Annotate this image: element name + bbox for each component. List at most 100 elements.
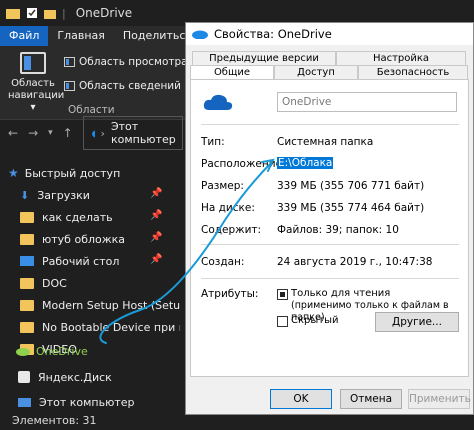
desktop-icon <box>20 256 34 266</box>
location-label: Расположение: <box>201 158 286 170</box>
navigation-pane-label-1: Область <box>11 78 55 89</box>
type-label: Тип: <box>201 136 225 148</box>
titlebar-separator: | <box>62 6 66 20</box>
contains-value: Файлов: 39; папок: 10 <box>277 224 399 236</box>
onedrive-cloud-icon <box>203 94 233 110</box>
nav-yandex-label: Яндекс.Диск <box>38 370 112 384</box>
attributes-label: Атрибуты: <box>201 288 259 300</box>
nav-item-label: как сделать <box>42 210 113 224</box>
other-attributes-button[interactable]: Другие... <box>375 312 459 332</box>
chevron-down-icon[interactable]: ▾ <box>48 128 53 138</box>
cancel-button[interactable]: Отмена <box>340 389 402 409</box>
pin-icon[interactable]: 📌 <box>150 254 162 265</box>
nav-quick-access-label: Быстрый доступ <box>24 166 121 180</box>
nav-onedrive-label: OneDrive <box>36 344 88 358</box>
nav-item-label: DOC <box>42 276 67 290</box>
readonly-label-1: Только для чтения <box>291 288 391 299</box>
address-box[interactable]: › Этот компьютер <box>82 116 183 150</box>
hidden-label: Скрытый <box>291 315 339 326</box>
navigation-pane-label-2: навигации ▾ <box>8 90 65 113</box>
folder-icon <box>20 299 34 311</box>
nav-item-doc[interactable]: DOC <box>20 272 200 294</box>
tab-customize[interactable]: Настройка <box>336 51 466 65</box>
up-icon[interactable]: ↑ <box>63 126 73 140</box>
size-value: 339 МБ (355 706 771 байт) <box>277 180 425 192</box>
new-folder-quick-icon[interactable] <box>44 7 56 19</box>
dialog-title: Свойства: OneDrive <box>214 27 332 41</box>
computer-icon <box>18 397 31 407</box>
separator <box>201 244 459 245</box>
download-icon: ⬇ <box>20 188 30 202</box>
folder-icon <box>20 211 34 223</box>
nav-item-label: Рабочий стол <box>42 254 120 268</box>
details-pane-button[interactable]: Область сведений <box>64 80 181 92</box>
preview-pane-icon <box>64 57 75 67</box>
disk-size-value: 339 МБ (355 774 464 байт) <box>277 202 425 214</box>
ribbon-group-label: Области <box>68 104 115 116</box>
apply-button[interactable]: Применить <box>408 389 471 409</box>
nav-this-pc[interactable]: Этот компьютер <box>18 391 198 413</box>
tab-row-top: Предыдущие версии Настройка <box>192 51 466 65</box>
navigation-pane-icon <box>20 52 46 74</box>
dialog-titlebar: Свойства: OneDrive <box>186 23 473 45</box>
star-icon: ★ <box>8 166 19 180</box>
folder-name-field[interactable]: OneDrive <box>277 92 457 112</box>
tab-file[interactable]: Файл <box>0 26 49 46</box>
folder-icon <box>20 321 34 333</box>
folder-icon <box>6 9 20 19</box>
nav-item-label: ютуб обложка <box>42 232 126 246</box>
pin-icon[interactable]: 📌 <box>150 210 162 221</box>
back-icon[interactable]: ← <box>8 126 18 140</box>
tab-row-bottom: Общие Доступ Безопасность <box>190 65 468 79</box>
separator <box>201 278 459 279</box>
hidden-checkbox[interactable] <box>277 316 288 327</box>
tab-security[interactable]: Безопасность <box>358 65 468 79</box>
nav-item-no-bootable-device[interactable]: No Bootable Device при вкл <box>20 316 180 338</box>
folder-icon <box>20 233 34 245</box>
folder-icon <box>20 277 34 289</box>
window-title: OneDrive <box>75 6 133 20</box>
onedrive-cloud-icon <box>192 30 208 39</box>
tab-sharing[interactable]: Доступ <box>274 65 358 79</box>
properties-quick-icon[interactable] <box>26 7 38 19</box>
onedrive-cloud-icon <box>91 130 95 137</box>
tab-home[interactable]: Главная <box>48 26 114 46</box>
navigation-pane-button[interactable]: Область навигации ▾ <box>8 52 65 114</box>
details-pane-icon <box>64 81 75 91</box>
general-panel: OneDrive Тип: Системная папка Расположен… <box>190 79 469 377</box>
pin-icon[interactable]: 📌 <box>150 232 162 243</box>
location-selected-text[interactable]: E:\Облака <box>277 157 334 169</box>
onedrive-cloud-icon <box>16 347 30 356</box>
forward-icon[interactable]: → <box>28 126 38 140</box>
nav-item-desktop[interactable]: Рабочий стол <box>20 250 200 272</box>
nav-item-downloads[interactable]: ⬇ Загрузки <box>20 184 200 206</box>
ok-button[interactable]: OK <box>270 389 332 409</box>
nav-this-pc-label: Этот компьютер <box>39 395 135 409</box>
size-label: Размер: <box>201 180 244 192</box>
status-text: Элементов: 31 <box>12 414 97 427</box>
preview-pane-button[interactable]: Область просмотра <box>64 56 188 68</box>
nav-yandex-disk[interactable]: Яндекс.Диск <box>18 366 198 388</box>
nav-item-youtube-cover[interactable]: ютуб обложка <box>20 228 200 250</box>
disk-size-label: На диске: <box>201 202 255 214</box>
nav-item-label: Modern Setup Host (SetupHo <box>42 298 180 312</box>
chevron-right-icon: › <box>100 126 105 140</box>
nav-item-label: No Bootable Device при вкл <box>42 320 180 334</box>
readonly-checkbox[interactable] <box>277 289 288 300</box>
nav-item-how-to[interactable]: как сделать <box>20 206 200 228</box>
created-value: 24 августа 2019 г., 10:47:38 <box>277 256 433 268</box>
pin-icon[interactable]: 📌 <box>150 188 162 199</box>
type-value: Системная папка <box>277 136 374 148</box>
properties-dialog: Свойства: OneDrive Предыдущие версии Нас… <box>185 22 474 415</box>
nav-onedrive-row[interactable]: OneDrive <box>16 340 196 362</box>
nav-item-label: Загрузки <box>37 188 90 202</box>
contains-label: Содержит: <box>201 224 262 236</box>
nav-quick-access[interactable]: ★ Быстрый доступ <box>8 162 188 184</box>
yandex-disk-icon <box>18 371 30 383</box>
tab-previous-versions[interactable]: Предыдущие версии <box>192 51 336 65</box>
chevron-down-icon: ▾ <box>30 102 36 113</box>
tab-general[interactable]: Общие <box>190 65 274 79</box>
nav-item-modern-setup-host[interactable]: Modern Setup Host (SetupHo <box>20 294 180 316</box>
details-pane-label: Область сведений <box>79 80 181 92</box>
location-value[interactable]: E:\Облака <box>277 157 334 169</box>
